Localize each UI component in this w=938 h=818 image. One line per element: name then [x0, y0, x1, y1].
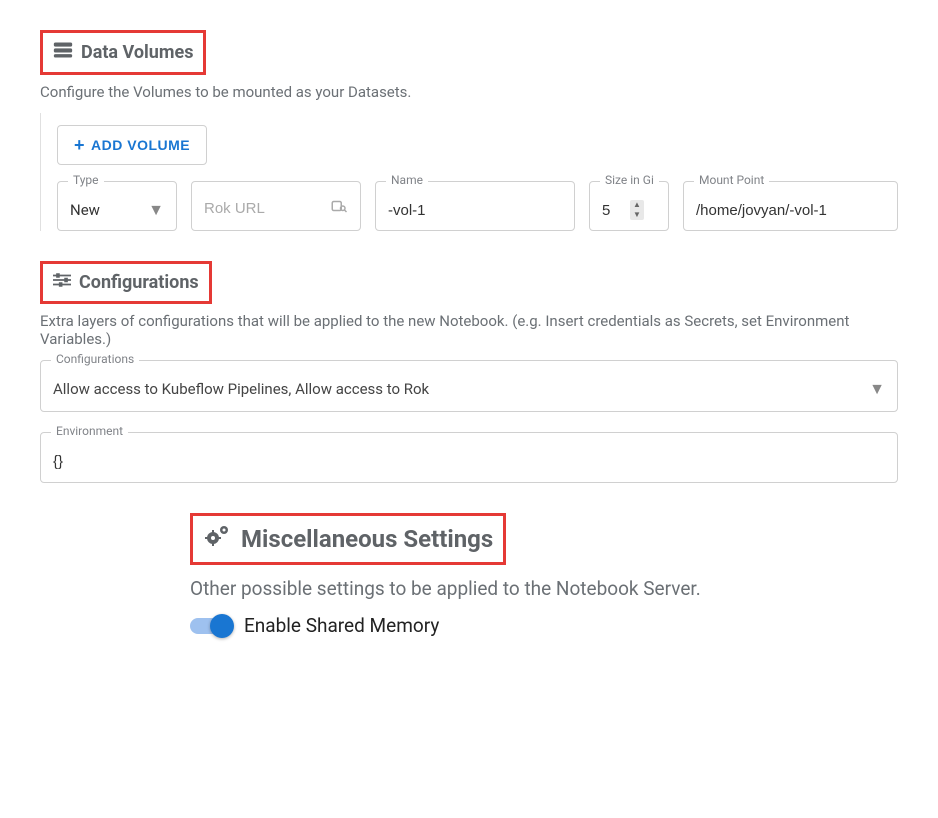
volume-row: Type New ▼ Name Size in Gi [57, 181, 898, 231]
environment-input[interactable] [53, 453, 885, 470]
name-label: Name [386, 173, 428, 187]
add-volume-label: ADD VOLUME [91, 137, 190, 153]
configurations-select[interactable]: Configurations Allow access to Kubeflow … [40, 360, 898, 412]
data-volumes-title: Data Volumes [81, 42, 193, 63]
configurations-select-label: Configurations [51, 352, 139, 366]
configurations-select-value: Allow access to Kubeflow Pipelines, Allo… [53, 380, 429, 398]
name-input-group: Name [375, 181, 575, 231]
size-label: Size in Gi [600, 173, 659, 187]
data-volumes-header: Data Volumes [43, 33, 203, 72]
shared-memory-toggle-row: Enable Shared Memory [190, 614, 898, 637]
chevron-down-icon: ▼ [148, 200, 164, 220]
rok-url-input-group[interactable] [191, 181, 361, 231]
plus-icon: + [74, 136, 85, 154]
configurations-header: Configurations [43, 264, 209, 301]
stepper-down-icon[interactable]: ▼ [630, 210, 644, 220]
configurations-description: Extra layers of configurations that will… [40, 312, 898, 348]
environment-label: Environment [51, 424, 128, 438]
misc-header: Miscellaneous Settings [193, 516, 503, 562]
environment-input-group: Environment [40, 432, 898, 483]
size-stepper[interactable]: ▲ ▼ [630, 200, 644, 220]
configurations-section: Configurations Extra layers of configura… [40, 261, 898, 483]
misc-title: Miscellaneous Settings [241, 525, 493, 553]
gears-icon [203, 524, 231, 554]
size-input[interactable] [602, 202, 630, 219]
shared-memory-toggle[interactable] [190, 618, 232, 634]
highlight-box-misc: Miscellaneous Settings [190, 513, 506, 565]
misc-description: Other possible settings to be applied to… [190, 577, 898, 600]
chevron-down-icon: ▼ [869, 379, 885, 399]
type-value: New [70, 201, 100, 219]
name-input[interactable] [388, 202, 562, 219]
data-volumes-section: Data Volumes Configure the Volumes to be… [40, 30, 898, 231]
toggle-knob [210, 614, 234, 638]
rok-url-input[interactable] [204, 200, 330, 217]
stepper-up-icon[interactable]: ▲ [630, 200, 644, 210]
add-volume-button[interactable]: + ADD VOLUME [57, 125, 207, 165]
sliders-icon [53, 272, 71, 293]
type-label: Type [68, 173, 104, 187]
database-icon [53, 41, 73, 64]
size-input-group: Size in Gi ▲ ▼ [589, 181, 669, 231]
mount-label: Mount Point [694, 173, 769, 187]
type-select[interactable]: Type New ▼ [57, 181, 177, 231]
data-volumes-description: Configure the Volumes to be mounted as y… [40, 83, 898, 101]
rok-search-icon[interactable] [330, 197, 348, 219]
mount-input-group: Mount Point [683, 181, 898, 231]
highlight-box-configurations: Configurations [40, 261, 212, 304]
shared-memory-label: Enable Shared Memory [244, 614, 439, 637]
configurations-title: Configurations [79, 272, 199, 293]
misc-section: Miscellaneous Settings Other possible se… [190, 513, 898, 637]
volume-container: + ADD VOLUME Type New ▼ Na [40, 113, 898, 231]
highlight-box-data-volumes: Data Volumes [40, 30, 206, 75]
mount-input[interactable] [696, 202, 885, 219]
